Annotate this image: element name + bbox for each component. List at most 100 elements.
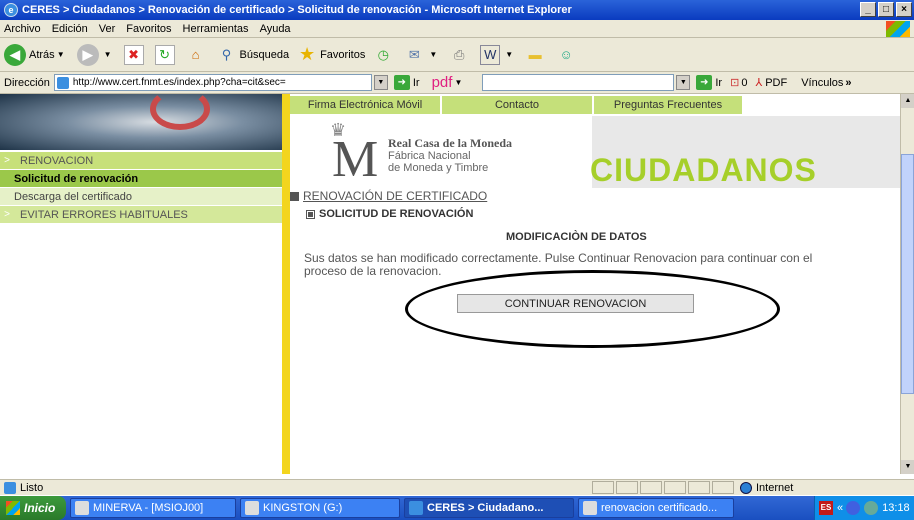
sidebar-item-label: Descarga del certificado — [14, 190, 133, 203]
menu-herramientas[interactable]: Herramientas — [183, 23, 249, 35]
renovacion-link-label: RENOVACIÓN DE CERTIFICADO — [303, 189, 488, 203]
sidebar-item-descarga[interactable]: Descarga del certificado — [0, 188, 282, 206]
task-ceres[interactable]: CERES > Ciudadano... — [404, 498, 574, 518]
sidebar-item-evitar-errores[interactable]: > EVITAR ERRORES HABITUALES — [0, 206, 282, 224]
security-zone: Internet — [740, 481, 793, 494]
sidebar-item-label: EVITAR ERRORES HABITUALES — [20, 208, 188, 221]
logo-line-2: Fábrica Nacional — [388, 150, 471, 162]
search-icon: ⚲ — [221, 46, 232, 62]
clock: 13:18 — [882, 502, 910, 514]
solicitud-label: SOLICITUD DE RENOVACIÓN — [319, 208, 474, 220]
folder-icon: ▬ — [528, 47, 542, 62]
page-icon — [56, 76, 69, 89]
address-label: Dirección — [4, 76, 50, 89]
scroll-thumb[interactable] — [901, 154, 914, 394]
address-url: http://www.cert.fnmt.es/index.php?cha=ci… — [72, 77, 286, 88]
menu-ver[interactable]: Ver — [99, 23, 116, 35]
toolbar: ◀ Atrás ▼ ▶ ▼ ✖ ↻ ⌂ ⚲ Búsqueda ★ Favorit… — [0, 38, 914, 72]
tray-expand-button[interactable]: « — [837, 502, 843, 514]
history-button[interactable]: ◷ — [373, 45, 396, 65]
print-button[interactable]: ⎙ — [449, 45, 472, 65]
taskbar: Inicio MINERVA - [MSIOJ00] KINGSTON (G:)… — [0, 496, 914, 520]
forward-button[interactable]: ▶ ▼ — [76, 43, 116, 66]
ie-icon — [409, 501, 423, 515]
nav-preguntas[interactable]: Preguntas Frecuentes — [594, 96, 742, 114]
close-button[interactable]: × — [896, 2, 912, 17]
scroll-up-arrow-icon[interactable]: ▲ — [901, 94, 914, 108]
app-icon — [75, 501, 89, 515]
drive-icon — [245, 501, 259, 515]
tray-app-icon[interactable] — [864, 501, 879, 515]
search-button[interactable]: ⚲ Búsqueda — [217, 45, 289, 65]
pdf-button[interactable]: PDF — [765, 77, 787, 89]
square-bullet-icon — [290, 191, 299, 201]
sidebar-item-renovacion[interactable]: > RENOVACION — [0, 152, 282, 170]
task-word[interactable]: renovacion certificado... — [578, 498, 734, 518]
popup-blocker-icon[interactable]: ⊡ — [730, 76, 739, 89]
task-kingston[interactable]: KINGSTON (G:) — [240, 498, 400, 518]
window-controls: _ □ × — [860, 2, 912, 17]
banner-image — [0, 94, 282, 150]
pdf-go-button[interactable]: ➜ Ir — [696, 75, 722, 90]
nav-firma-movil[interactable]: Firma Electrónica Móvil — [290, 96, 440, 114]
network-icon[interactable] — [846, 501, 861, 515]
menu-ayuda[interactable]: Ayuda — [260, 23, 291, 35]
banner-ring-graphic — [150, 94, 210, 130]
status-cell — [592, 481, 614, 494]
column-divider — [282, 94, 290, 474]
language-es-icon[interactable]: ES — [819, 501, 833, 515]
scroll-down-arrow-icon[interactable]: ▼ — [901, 460, 914, 474]
task-label: MINERVA - [MSIOJ00] — [93, 502, 204, 514]
messenger-icon: ☺ — [559, 47, 573, 62]
mail-button[interactable]: ✉ ▼ — [404, 45, 441, 65]
chevron-right-icon[interactable]: » — [845, 77, 851, 89]
section-title: CIUDADANOS — [590, 152, 817, 188]
go-button[interactable]: ➜ Ir — [393, 75, 420, 90]
refresh-button[interactable]: ↻ — [154, 44, 178, 65]
pdf-icon: ⅄ — [755, 77, 763, 89]
menu-edicion[interactable]: Edición — [52, 23, 88, 35]
address-dropdown-button[interactable]: ▼ — [373, 75, 388, 90]
sidebar-item-solicitud[interactable]: Solicitud de renovación — [0, 170, 282, 188]
solicitud-subtitle: SOLICITUD DE RENOVACIÓN — [306, 208, 473, 220]
word-icon — [583, 501, 597, 515]
top-navigation: Firma Electrónica Móvil Contacto Pregunt… — [290, 96, 900, 114]
renovacion-link[interactable]: RENOVACIÓN DE CERTIFICADO — [290, 189, 487, 203]
folder-button[interactable]: ▬ — [525, 45, 548, 65]
chevron-down-icon[interactable]: ▼ — [429, 50, 437, 59]
address-input[interactable]: http://www.cert.fnmt.es/index.php?cha=ci… — [53, 74, 372, 91]
vertical-scrollbar[interactable]: ▲ ▼ — [900, 94, 914, 474]
menu-bar: Archivo Edición Ver Favoritos Herramient… — [0, 20, 914, 38]
sidebar-item-label: Solicitud de renovación — [14, 172, 139, 185]
minimize-button[interactable]: _ — [860, 2, 876, 17]
messenger-button[interactable]: ☺ — [556, 45, 579, 65]
status-text: Listo — [20, 481, 44, 494]
menu-favoritos[interactable]: Favoritos — [126, 23, 171, 35]
favorites-button[interactable]: ★ Favoritos — [297, 44, 365, 65]
home-button[interactable]: ⌂ — [186, 45, 209, 65]
links-label[interactable]: Vínculos — [801, 77, 843, 89]
chevron-down-icon[interactable]: ▼ — [104, 50, 112, 59]
pdf-search-input[interactable] — [482, 74, 675, 91]
back-button[interactable]: ◀ Atrás ▼ — [4, 43, 69, 66]
menu-archivo[interactable]: Archivo — [4, 23, 41, 35]
start-label: Inicio — [24, 501, 56, 515]
maximize-button[interactable]: □ — [878, 2, 894, 17]
start-button[interactable]: Inicio — [0, 496, 66, 520]
window-titlebar[interactable]: e CERES > Ciudadanos > Renovación de cer… — [0, 0, 914, 20]
task-minerva[interactable]: MINERVA - [MSIOJ00] — [70, 498, 236, 518]
task-label: KINGSTON (G:) — [263, 502, 343, 514]
chevron-down-icon[interactable]: ▼ — [505, 50, 513, 59]
go-arrow-icon: ➜ — [393, 75, 410, 90]
windows-flag-icon — [6, 501, 20, 515]
edit-button[interactable]: W ▼ — [480, 44, 517, 65]
mail-icon: ✉ — [408, 46, 420, 62]
stop-button[interactable]: ✖ — [123, 44, 147, 65]
nav-contacto[interactable]: Contacto — [442, 96, 592, 114]
pdf-search-dropdown[interactable]: ▼ — [676, 75, 691, 90]
address-bar: Dirección http://www.cert.fnmt.es/index.… — [0, 72, 914, 94]
chevron-down-icon[interactable]: ▼ — [454, 78, 462, 87]
chevron-down-icon[interactable]: ▼ — [57, 50, 65, 59]
go-arrow-icon: ➜ — [696, 75, 713, 90]
modificacion-heading: MODIFICACIÒN DE DATOS — [506, 231, 647, 243]
